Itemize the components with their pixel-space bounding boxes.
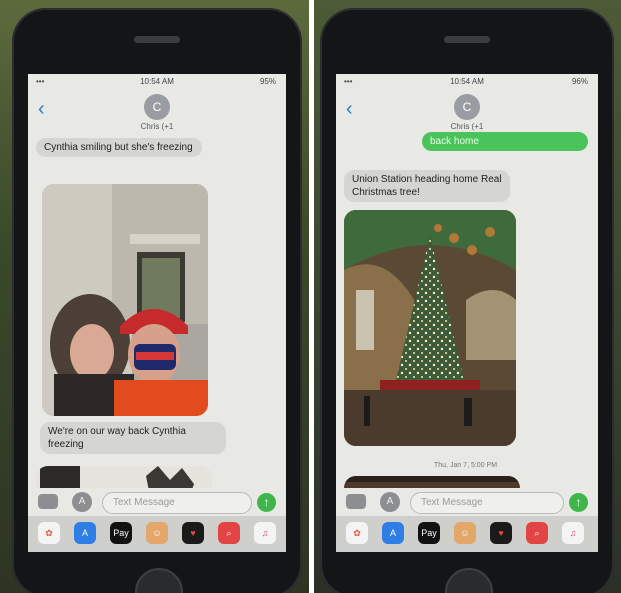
left-phone: ••• 10:54 AM 95% ‹ C Chris (+1 Cynthia s…: [12, 8, 302, 593]
send-arrow-icon[interactable]: ↑: [257, 493, 276, 512]
battery-level: 95%: [259, 77, 276, 86]
app-store-icon[interactable]: A: [382, 522, 404, 544]
app-store-icon[interactable]: A: [72, 492, 92, 512]
imessage-app-tray: ✿ A Pay ☺ ♥ ⌕ ♫: [336, 516, 598, 552]
camera-icon[interactable]: [38, 494, 58, 509]
photos-icon[interactable]: ✿: [38, 522, 60, 544]
music-icon[interactable]: ♫: [562, 522, 584, 544]
earpiece-speaker: [134, 36, 180, 43]
search-images-icon[interactable]: ⌕: [218, 522, 240, 544]
conversation-header: ‹ C Chris (+1: [28, 88, 286, 144]
left-photo-panel: ••• 10:54 AM 95% ‹ C Chris (+1 Cynthia s…: [0, 0, 309, 593]
apple-pay-icon[interactable]: Pay: [110, 522, 132, 544]
contact-avatar[interactable]: C: [144, 94, 170, 120]
status-bar: ••• 10:54 AM 96%: [336, 76, 598, 88]
earpiece-speaker: [444, 36, 490, 43]
right-photo-panel: ••• 10:54 AM 96% ‹ C Chris (+1 back home…: [314, 0, 621, 593]
memoji-icon[interactable]: ☺: [454, 522, 476, 544]
photos-icon[interactable]: ✿: [346, 522, 368, 544]
back-chevron-icon[interactable]: ‹: [346, 98, 353, 121]
search-images-icon[interactable]: ⌕: [526, 522, 548, 544]
selfie-photo: [42, 184, 208, 416]
selfie-photo-message[interactable]: [42, 184, 208, 416]
left-messages-screen: ••• 10:54 AM 95% ‹ C Chris (+1 Cynthia s…: [28, 74, 286, 552]
contact-name[interactable]: Chris (+1: [336, 122, 598, 131]
music-icon[interactable]: ♫: [254, 522, 276, 544]
message-bubble-received: We're on our way back Cynthia freezing: [40, 422, 226, 454]
digital-touch-icon[interactable]: ♥: [490, 522, 512, 544]
christmas-tree-photo: [344, 210, 516, 446]
right-phone: ••• 10:54 AM 96% ‹ C Chris (+1 back home…: [320, 8, 614, 593]
message-timestamp: Thu, Jan 7, 5:00 PM: [434, 462, 498, 469]
send-arrow-icon[interactable]: ↑: [569, 493, 588, 512]
contact-avatar[interactable]: C: [454, 94, 480, 120]
text-message-input[interactable]: Text Message: [102, 492, 252, 514]
imessage-app-tray: ✿ A Pay ☺ ♥ ⌕ ♫: [28, 516, 286, 552]
message-bubble-sent: back home: [422, 132, 588, 151]
home-button[interactable]: [135, 568, 183, 593]
christmas-tree-photo-message[interactable]: [344, 210, 516, 446]
battery-level: 96%: [571, 77, 588, 86]
message-composer: A Text Message ↑: [336, 488, 598, 516]
digital-touch-icon[interactable]: ♥: [182, 522, 204, 544]
back-chevron-icon[interactable]: ‹: [38, 98, 45, 121]
text-message-input[interactable]: Text Message: [410, 492, 564, 514]
status-time: 10:54 AM: [450, 77, 484, 86]
message-composer: A Text Message ↑: [28, 488, 286, 516]
status-bar: ••• 10:54 AM 95%: [28, 76, 286, 88]
right-messages-screen: ••• 10:54 AM 96% ‹ C Chris (+1 back home…: [336, 74, 598, 552]
message-bubble-received: Union Station heading home Real Christma…: [344, 170, 510, 202]
status-time: 10:54 AM: [140, 77, 174, 86]
message-bubble-received: Cynthia smiling but she's freezing: [36, 138, 202, 157]
memoji-icon[interactable]: ☺: [146, 522, 168, 544]
apple-pay-icon[interactable]: Pay: [418, 522, 440, 544]
camera-icon[interactable]: [346, 494, 366, 509]
contact-name[interactable]: Chris (+1: [28, 122, 286, 131]
home-button[interactable]: [445, 568, 493, 593]
app-store-icon[interactable]: A: [380, 492, 400, 512]
app-store-icon[interactable]: A: [74, 522, 96, 544]
